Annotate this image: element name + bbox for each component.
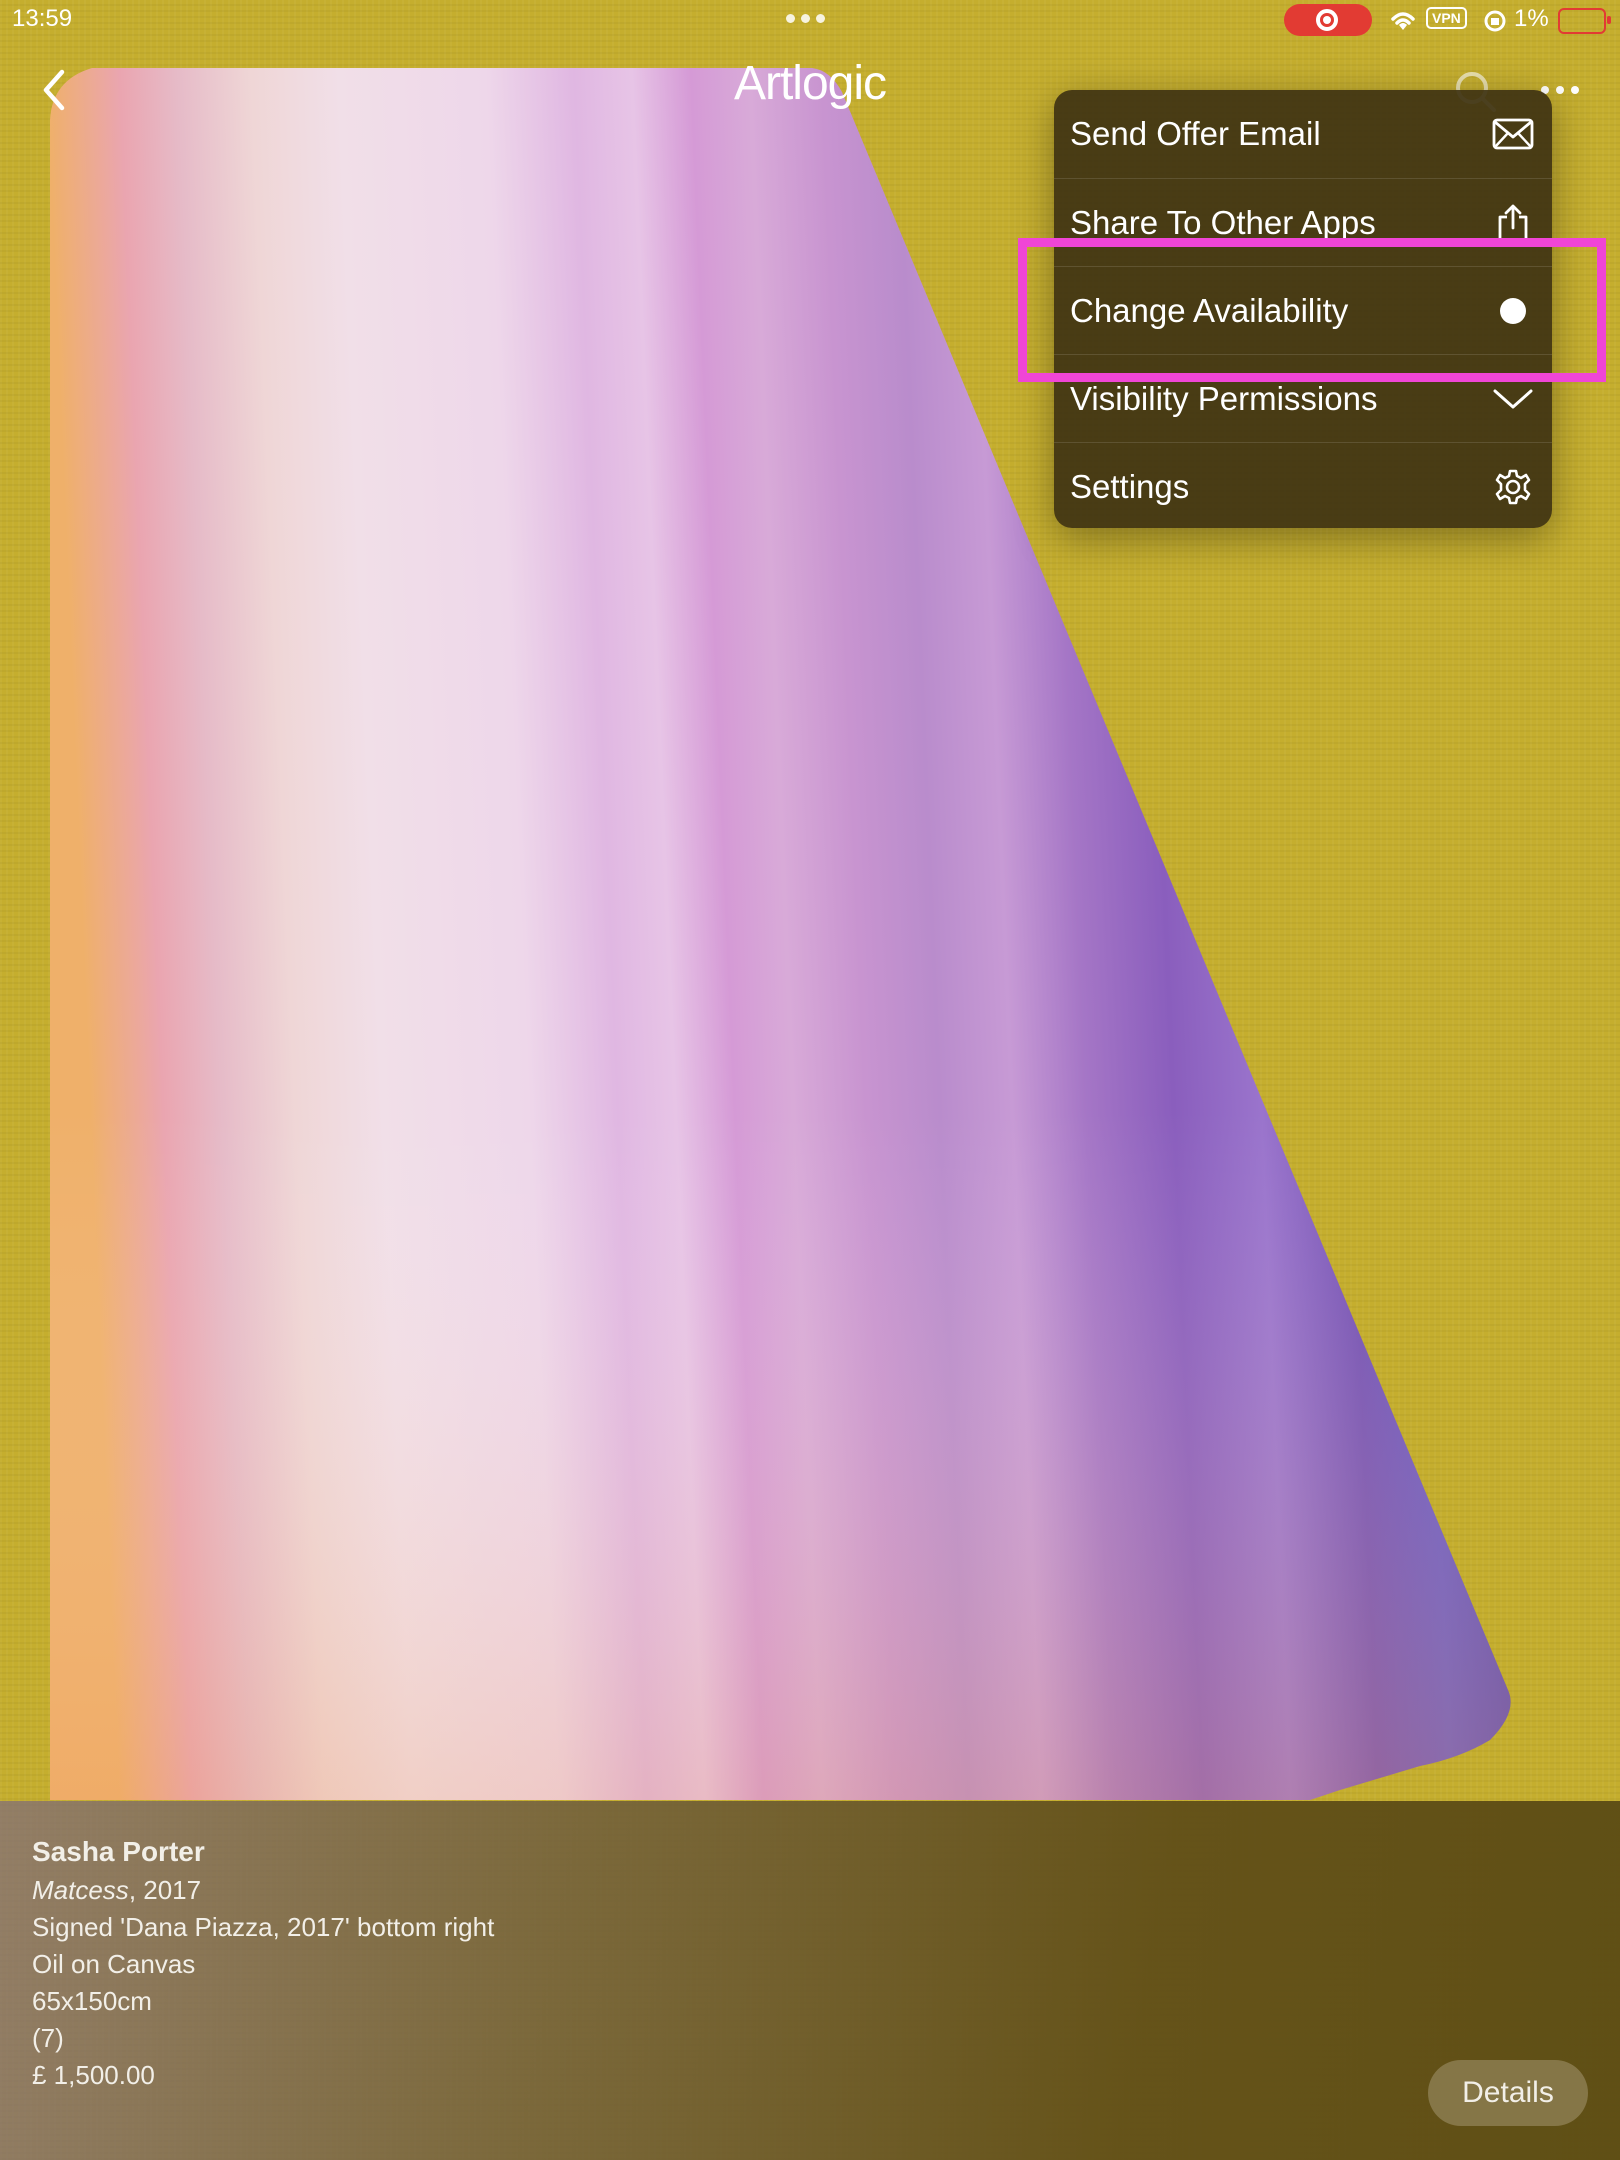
wifi-icon (1391, 12, 1415, 30)
availability-dot-icon (1492, 290, 1534, 332)
more-dot (1571, 86, 1579, 94)
menu-item-label: Change Availability (1070, 291, 1349, 329)
screen-recording-icon[interactable] (1284, 4, 1372, 36)
menu-item-label: Send Offer Email (1070, 115, 1321, 152)
artwork-edition: (7) (32, 2023, 64, 2053)
back-chevron-icon[interactable] (34, 64, 78, 116)
menu-item-send-offer-email[interactable]: Send Offer Email (1054, 90, 1552, 178)
artist-name: Sasha Porter (32, 1836, 205, 1867)
menu-item-settings[interactable]: Settings (1054, 442, 1552, 528)
context-menu: Send Offer Email Share To Other Apps Cha… (1054, 90, 1552, 528)
battery-icon (1558, 8, 1611, 34)
multitasking-dots-icon[interactable] (786, 14, 825, 23)
artwork-year: , 2017 (128, 1875, 202, 1905)
artwork-dimensions: 65x150cm (32, 1986, 152, 2016)
chevron-down-icon (1492, 378, 1534, 420)
gear-icon (1492, 466, 1534, 508)
menu-item-share-to-other-apps[interactable]: Share To Other Apps (1054, 178, 1552, 266)
envelope-icon (1492, 113, 1534, 155)
share-icon (1492, 202, 1534, 244)
artwork-caption: Sasha Porter Matcess, 2017 Signed 'Dana … (32, 1832, 494, 2094)
menu-item-label: Settings (1070, 467, 1190, 505)
battery-percent: 1% (1514, 5, 1549, 32)
orientation-lock-icon (1484, 10, 1506, 32)
artwork-title: Matcess (32, 1875, 129, 1905)
vpn-badge: VPN (1426, 7, 1467, 29)
menu-item-change-availability[interactable]: Change Availability (1054, 266, 1552, 354)
details-button[interactable]: Details (1428, 2060, 1588, 2126)
status-time: 13:59 (12, 5, 73, 32)
artwork-medium: Oil on Canvas (32, 1949, 196, 1979)
menu-item-visibility-permissions[interactable]: Visibility Permissions (1054, 354, 1552, 442)
artwork-price: £ 1,500.00 (32, 2060, 155, 2090)
menu-item-label: Share To Other Apps (1070, 203, 1376, 241)
artwork-inscription: Signed 'Dana Piazza, 2017' bottom right (32, 1912, 495, 1942)
more-dot (1556, 86, 1564, 94)
menu-item-label: Visibility Permissions (1070, 379, 1378, 417)
status-bar: 13:59 VPN 1% (0, 0, 1620, 40)
artwork-title-line: Matcess, 2017 (32, 1872, 494, 1909)
